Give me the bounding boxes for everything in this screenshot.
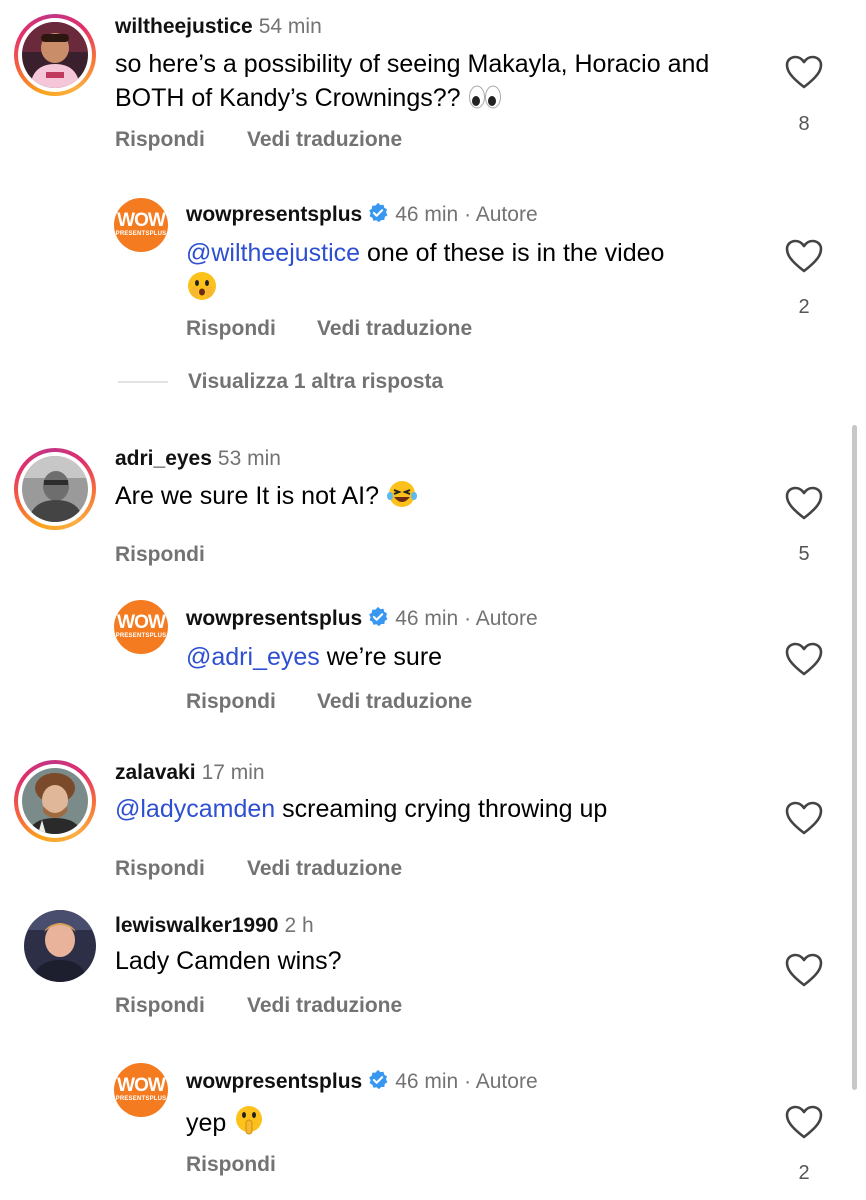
comment-text: Lady Camden wins? <box>115 945 755 978</box>
username[interactable]: adri_eyes <box>115 447 212 470</box>
comment-meta: wiltheejustice 54 min <box>115 14 322 40</box>
reply-body: one of these is in the video <box>360 239 665 267</box>
reply-text: @adri_eyes we’re sure <box>186 641 746 674</box>
heart-icon[interactable] <box>785 953 823 987</box>
timestamp: 17 min <box>201 761 265 784</box>
see-translation-button[interactable]: Vedi traduzione <box>247 127 402 153</box>
comment-text: Are we sure It is not AI? <box>115 479 755 513</box>
timestamp: 46 min <box>395 1070 459 1093</box>
comment-body: screaming crying throwing up <box>275 795 608 823</box>
face-with-hand-emoji <box>186 270 216 300</box>
reply-button[interactable]: Rispondi <box>115 993 205 1019</box>
replies-divider <box>118 381 168 383</box>
username[interactable]: wiltheejustice <box>115 15 253 38</box>
like-count: 2 <box>798 296 810 318</box>
avatar-image <box>24 910 96 982</box>
reply-meta: wowpresentsplus 46 min · Autore <box>186 1069 538 1095</box>
like-count: 8 <box>798 113 810 135</box>
logo-subtext: PRESENTSPLUS <box>115 231 167 237</box>
eyes-emoji <box>468 81 501 111</box>
laughing-emoji <box>386 479 417 509</box>
timestamp: 54 min <box>258 15 322 38</box>
timestamp: 53 min <box>217 447 281 470</box>
username[interactable]: lewiswalker1990 <box>115 914 278 937</box>
username[interactable]: zalavaki <box>115 761 196 784</box>
reply-button[interactable]: Rispondi <box>186 316 276 342</box>
comment-body: Lady Camden wins? <box>115 947 342 975</box>
reply-meta: wowpresentsplus 46 min · Autore <box>186 606 538 632</box>
heart-icon[interactable] <box>785 239 823 273</box>
reply-body: yep <box>186 1109 227 1137</box>
avatar-wiltheejustice[interactable] <box>14 14 96 96</box>
avatar-image <box>22 456 88 522</box>
logo-text: WOW <box>117 612 166 633</box>
reply-meta: wowpresentsplus 46 min · Autore <box>186 202 538 228</box>
comment-body: so here’s a possibility of seeing Makayl… <box>115 50 710 112</box>
logo-text: WOW <box>117 210 166 231</box>
reply-text: yep <box>186 1104 746 1140</box>
reply-button[interactable]: Rispondi <box>115 542 205 568</box>
timestamp: 2 h <box>284 914 314 937</box>
reply-body: we’re sure <box>319 643 443 671</box>
author-label: · Autore <box>464 203 538 226</box>
verified-icon <box>369 1069 388 1090</box>
avatar-zalavaki[interactable] <box>14 760 96 842</box>
reply-button[interactable]: Rispondi <box>186 1152 276 1178</box>
author-label: · Autore <box>464 607 538 630</box>
avatar-adri-eyes[interactable] <box>14 448 96 530</box>
author-label: · Autore <box>464 1070 538 1093</box>
reply-button[interactable]: Rispondi <box>115 127 205 153</box>
see-translation-button[interactable]: Vedi traduzione <box>247 856 402 882</box>
heart-icon[interactable] <box>785 486 823 520</box>
scrollbar[interactable] <box>852 425 857 1090</box>
heart-icon[interactable] <box>785 55 823 89</box>
mention-link[interactable]: @adri_eyes <box>186 643 320 671</box>
timestamp: 46 min <box>395 203 459 226</box>
view-more-replies-button[interactable]: Visualizza 1 altra risposta <box>188 369 443 395</box>
verified-icon <box>369 202 388 223</box>
heart-icon[interactable] <box>785 642 823 676</box>
timestamp: 46 min <box>395 607 459 630</box>
mention-link[interactable]: @ladycamden <box>115 795 275 823</box>
avatar-image <box>22 22 88 88</box>
comment-body: Are we sure It is not AI? <box>115 482 380 510</box>
avatar-wowpresentsplus[interactable]: WOW PRESENTSPLUS <box>114 1063 168 1117</box>
username[interactable]: wowpresentsplus <box>186 203 362 226</box>
logo-subtext: PRESENTSPLUS <box>115 633 167 639</box>
avatar-wowpresentsplus[interactable]: WOW PRESENTSPLUS <box>114 600 168 654</box>
comment-meta: adri_eyes 53 min <box>115 446 281 472</box>
verified-icon <box>369 606 388 627</box>
username[interactable]: wowpresentsplus <box>186 607 362 630</box>
mention-link[interactable]: @wiltheejustice <box>186 239 360 267</box>
shushing-emoji <box>233 1104 263 1135</box>
avatar-wowpresentsplus[interactable]: WOW PRESENTSPLUS <box>114 198 168 252</box>
logo-subtext: PRESENTSPLUS <box>115 1096 167 1102</box>
reply-text: @wiltheejustice one of these is in the v… <box>186 237 746 306</box>
see-translation-button[interactable]: Vedi traduzione <box>247 993 402 1019</box>
like-count: 2 <box>798 1162 810 1184</box>
avatar-lewiswalker1990[interactable] <box>24 910 96 982</box>
comment-meta: zalavaki 17 min <box>115 760 265 786</box>
like-count: 5 <box>798 543 810 565</box>
heart-icon[interactable] <box>785 1105 823 1139</box>
username[interactable]: wowpresentsplus <box>186 1070 362 1093</box>
logo-text: WOW <box>117 1075 166 1096</box>
reply-button[interactable]: Rispondi <box>115 856 205 882</box>
see-translation-button[interactable]: Vedi traduzione <box>317 689 472 715</box>
comment-meta: lewiswalker1990 2 h <box>115 913 314 939</box>
see-translation-button[interactable]: Vedi traduzione <box>317 316 472 342</box>
reply-button[interactable]: Rispondi <box>186 689 276 715</box>
comment-text: @ladycamden screaming crying throwing up <box>115 793 755 826</box>
comment-text: so here’s a possibility of seeing Makayl… <box>115 48 755 115</box>
avatar-image <box>22 768 88 834</box>
heart-icon[interactable] <box>785 801 823 835</box>
